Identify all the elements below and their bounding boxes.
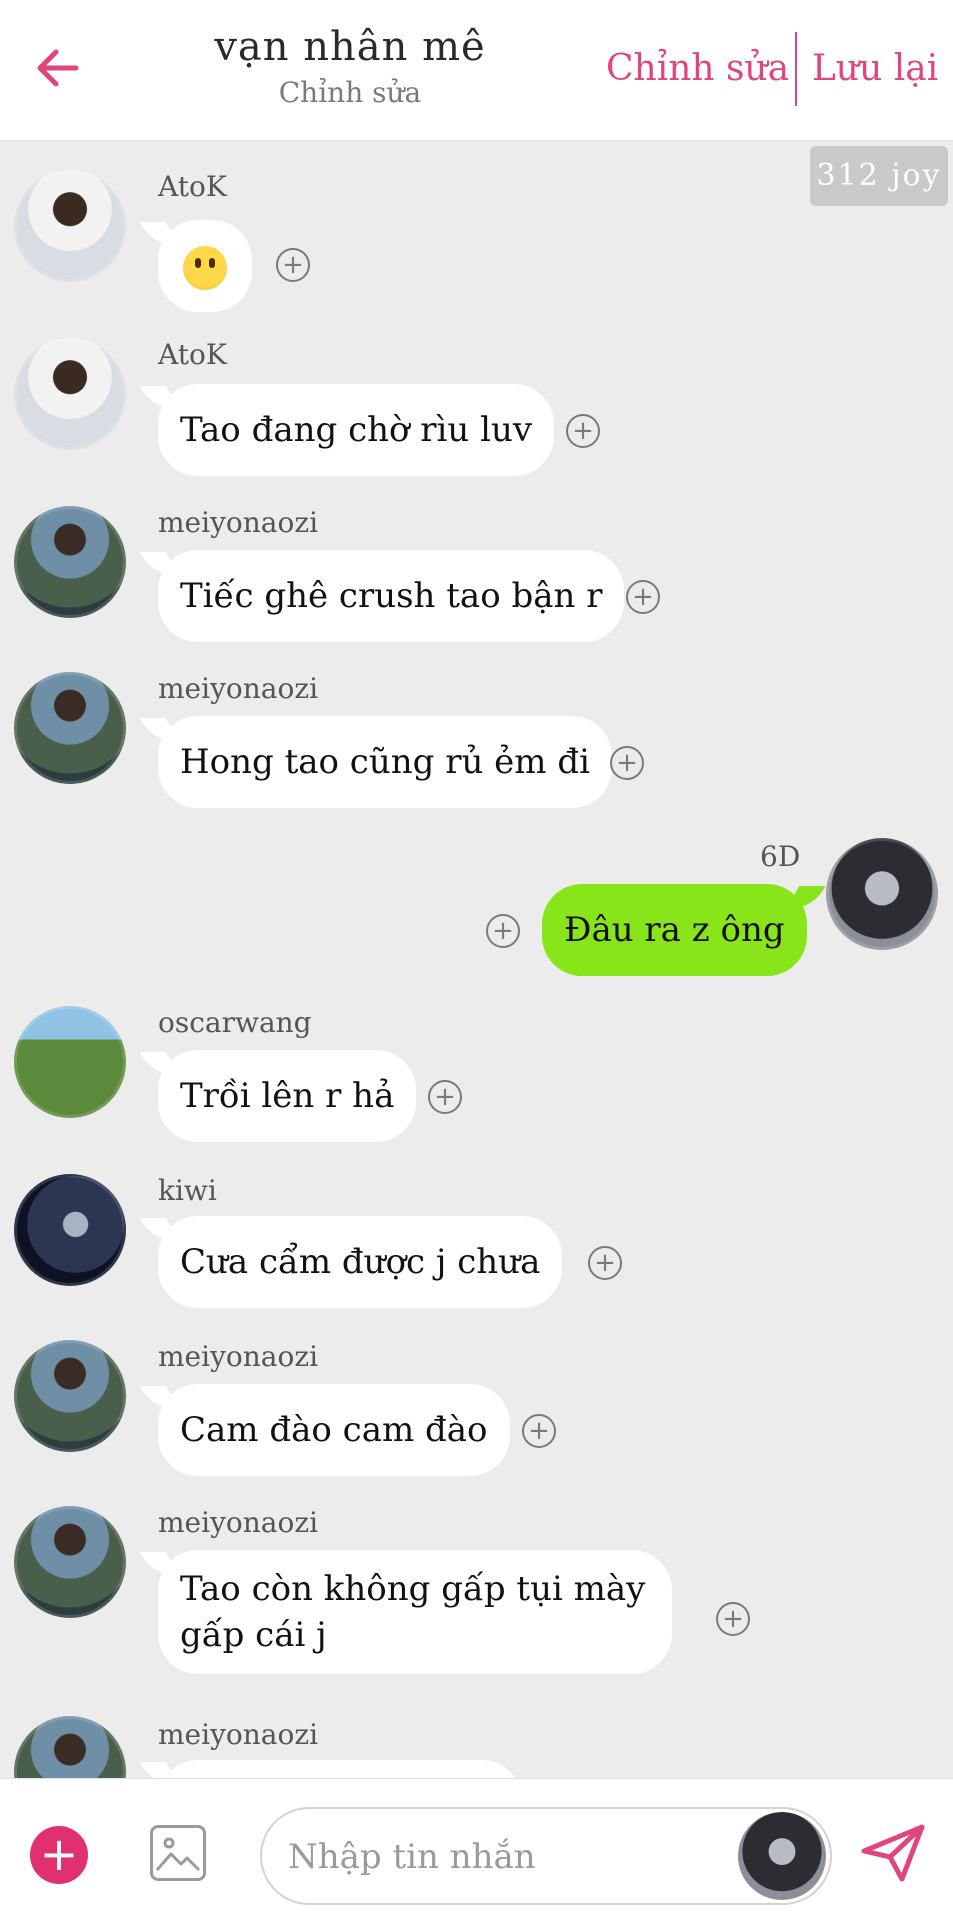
sender-name: AtoK	[158, 170, 227, 203]
message-input-wrapper	[260, 1807, 832, 1905]
message-bubble-mine[interactable]: Đâu ra z ông	[542, 884, 807, 976]
message-bubble[interactable]: Tao còn không gấp tụi mày gấp cái j	[158, 1550, 672, 1674]
watermark-badge: 312 joy	[810, 146, 948, 206]
avatar[interactable]	[14, 1340, 126, 1452]
back-arrow-icon[interactable]	[30, 40, 86, 96]
avatar[interactable]	[14, 1506, 126, 1618]
user-avatar[interactable]	[738, 1812, 826, 1900]
save-button[interactable]: Lưu lại	[812, 48, 938, 89]
message-input[interactable]	[286, 1809, 730, 1905]
add-reaction-icon[interactable]: +	[486, 914, 520, 948]
avatar[interactable]	[826, 838, 938, 950]
avatar[interactable]	[14, 1716, 126, 1778]
add-reaction-icon[interactable]: +	[588, 1246, 622, 1280]
message-bubble[interactable]: Tao đang chờ rìu luv	[158, 384, 555, 476]
sender-name: meiyonaozi	[158, 1506, 319, 1539]
message-bubble[interactable]: Tiếc ghê crush tao bận r	[158, 550, 625, 642]
send-icon[interactable]	[858, 1821, 928, 1885]
mountain-icon	[155, 1837, 201, 1872]
add-reaction-icon[interactable]: +	[276, 248, 310, 282]
sender-name: meiyonaozi	[158, 1718, 319, 1751]
avatar[interactable]	[14, 338, 126, 450]
avatar[interactable]	[14, 506, 126, 618]
add-reaction-icon[interactable]: +	[566, 414, 600, 448]
grinning-emoji-icon	[183, 246, 227, 290]
avatar[interactable]	[14, 1006, 126, 1118]
composer-bar: +	[0, 1778, 953, 1921]
message-list[interactable]: AtoK + AtoK Tao đang chờ rìu luv + meiyo…	[0, 140, 953, 1778]
avatar[interactable]	[14, 672, 126, 784]
add-reaction-icon[interactable]: +	[522, 1414, 556, 1448]
message-bubble[interactable]: Trồi lên r hả	[158, 1050, 417, 1142]
avatar[interactable]	[14, 170, 126, 282]
message-bubble[interactable]: Cưa cẩm được j chưa	[158, 1216, 563, 1308]
chat-subtitle: Chỉnh sửa	[278, 76, 422, 109]
sender-name: 6D	[760, 840, 801, 873]
message-bubble[interactable]	[158, 1760, 522, 1778]
sender-name: meiyonaozi	[158, 1340, 319, 1373]
chat-title: vạn nhân mê	[214, 24, 486, 70]
add-reaction-icon[interactable]: +	[610, 746, 644, 780]
message-bubble[interactable]: Hong tao cũng rủ ẻm đi	[158, 716, 612, 808]
add-attachment-button[interactable]: +	[30, 1826, 88, 1884]
sender-name: meiyonaozi	[158, 506, 319, 539]
avatar[interactable]	[14, 1174, 126, 1286]
header-divider	[795, 32, 797, 106]
title-block: vạn nhân mê Chỉnh sửa	[190, 24, 510, 109]
sender-name: AtoK	[158, 338, 227, 371]
chat-header: vạn nhân mê Chỉnh sửa Chỉnh sửa Lưu lại	[0, 0, 953, 141]
add-reaction-icon[interactable]: +	[428, 1080, 462, 1114]
add-reaction-icon[interactable]: +	[626, 580, 660, 614]
sender-name: oscarwang	[158, 1006, 312, 1039]
message-bubble[interactable]	[158, 220, 252, 312]
add-reaction-icon[interactable]: +	[716, 1602, 750, 1636]
message-bubble[interactable]: Cam đào cam đào	[158, 1384, 510, 1476]
sender-name: kiwi	[158, 1174, 217, 1207]
image-picker-icon[interactable]	[150, 1825, 206, 1881]
sender-name: meiyonaozi	[158, 672, 319, 705]
edit-button[interactable]: Chỉnh sửa	[606, 48, 789, 89]
